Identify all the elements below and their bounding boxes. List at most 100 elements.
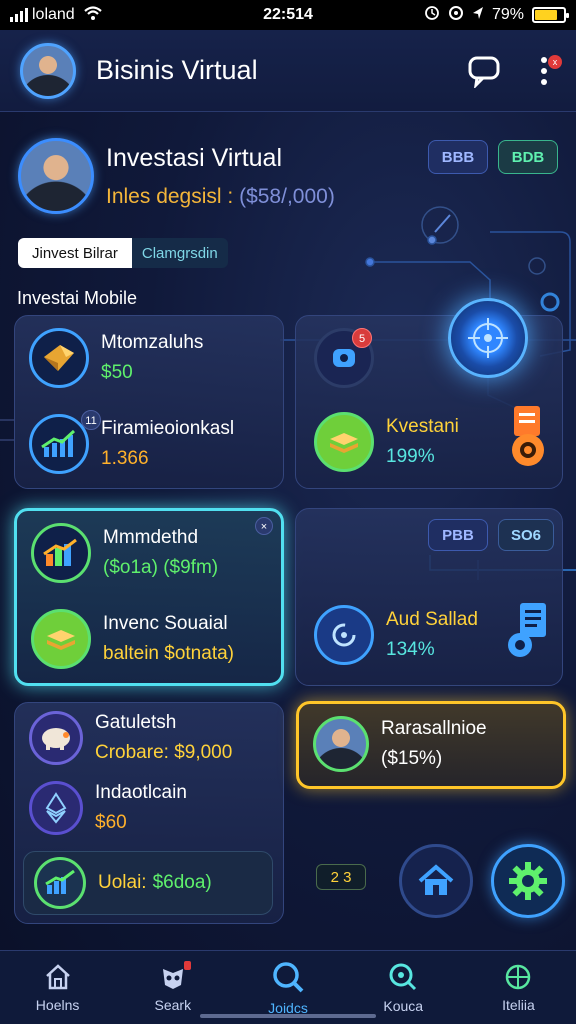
profile-summary: Investasi Virtual Inles degsisl : ($58/,…	[18, 138, 335, 214]
list-item[interactable]: 11 Firamieoionkasl 1.366	[29, 410, 235, 474]
card3-row2-title: Invenc Souaial	[103, 613, 228, 634]
sync-icon	[448, 5, 464, 26]
total-value: $6doa)	[152, 872, 212, 893]
refresh-icon	[314, 605, 374, 665]
investment-card-4[interactable]: PBB SO6 Aud Sallad 134%	[295, 508, 563, 686]
house-icon	[418, 864, 454, 895]
card5-row1-value: Crobare: $9,000	[95, 742, 233, 763]
tab-invest[interactable]: Jinvest Bilrar	[18, 238, 132, 268]
notification-dot	[184, 961, 192, 970]
list-item[interactable]: Gatuletsh Crobare: $9,000	[29, 711, 232, 765]
nav-label: Iteliia	[502, 996, 535, 1013]
tab-bar: Jinvest Bilrar Clamgrsdin	[18, 238, 228, 268]
list-item[interactable]: Kvestani 199%	[314, 412, 459, 472]
card2-title: Kvestani	[386, 416, 459, 437]
nav-item-iteliia[interactable]: Iteliia	[461, 951, 576, 1024]
card3-row1-value: ($o1a) ($9fm)	[103, 557, 219, 578]
location-icon	[472, 6, 484, 25]
card1-row1-value: $50	[101, 362, 133, 383]
pill-button-blue[interactable]: BBB	[428, 140, 488, 174]
list-item[interactable]: Mmmdethd ($o1a) ($9fm)	[31, 523, 218, 583]
ethereum-icon	[29, 781, 83, 835]
card1-row1-title: Mtomzaluhs	[101, 332, 204, 353]
card4-value: 134%	[386, 639, 435, 660]
profile-name: Investasi Virtual	[106, 143, 283, 172]
gold-bars-icon	[29, 328, 89, 388]
gear-icon	[509, 862, 547, 900]
card6-title: Rarasallnioe	[381, 718, 487, 739]
signal-icon	[10, 8, 28, 22]
tab-other[interactable]: Clamgrsdin	[131, 238, 228, 268]
menu-badge: x	[548, 54, 562, 69]
list-item[interactable]: Aud Sallad 134%	[314, 605, 478, 665]
card6-value: ($15%)	[381, 748, 443, 769]
bar-chart-icon	[31, 523, 91, 583]
balance-label: Inles degsisl :	[106, 184, 234, 208]
more-vertical-icon	[541, 56, 547, 85]
card3-row1-title: Mmmdethd	[103, 527, 199, 548]
card4-title: Aud Sallad	[386, 609, 478, 630]
gold-stack-icon	[314, 412, 374, 472]
nav-label: Kouca	[383, 997, 424, 1014]
growth-chart-icon	[29, 414, 89, 474]
counter-chip[interactable]: 2 3	[316, 864, 366, 890]
card2-badge: 5	[352, 328, 372, 348]
battery-level	[535, 10, 558, 20]
list-item[interactable]: Rarasallnioe ($15%)	[313, 716, 487, 772]
home-fab-button[interactable]	[399, 844, 473, 918]
growth-chart-icon	[34, 857, 86, 909]
target-icon[interactable]	[448, 298, 528, 378]
search-icon	[273, 961, 304, 992]
battery-percent: 79%	[491, 6, 524, 23]
card1-row2-value: 1.366	[101, 448, 149, 469]
nav-item-home[interactable]: Hoelns	[0, 951, 115, 1024]
investment-card-3[interactable]: × Mmmdethd ($o1a) ($9fm) Invenc Souaial …	[14, 508, 284, 686]
list-item[interactable]: Invenc Souaial baltein $otnata)	[31, 609, 234, 669]
list-item[interactable]: Mtomzaluhs $50	[29, 328, 203, 388]
total-label: Uolai:	[98, 872, 147, 893]
mask-icon	[162, 968, 183, 989]
card4-pill-1[interactable]: PBB	[428, 519, 488, 551]
piggy-bank-icon	[29, 711, 83, 765]
close-icon[interactable]: ×	[255, 517, 273, 535]
status-bar: loland 22:514 79%	[0, 0, 576, 30]
nav-label: Hoelns	[35, 996, 80, 1013]
user-avatar[interactable]	[20, 42, 76, 99]
app-header: Bisinis Virtual x	[0, 30, 576, 112]
investment-card-5[interactable]: Gatuletsh Crobare: $9,000 Indaotlcain $6…	[14, 702, 284, 924]
document-coin-icon	[508, 404, 548, 475]
card5-row2-value: $60	[95, 812, 127, 833]
card3-row2-value: baltein $otnata)	[103, 643, 234, 664]
bottom-nav: Hoelns Seark Joidcs Kouca Iteliia	[0, 950, 576, 1024]
document-gear-icon	[504, 601, 550, 666]
battery-icon	[532, 7, 569, 23]
app-title: Bisinis Virtual	[96, 55, 258, 85]
card1-row2-title: Firamieoionkasl	[101, 418, 235, 439]
globe-icon	[506, 964, 531, 989]
card1-row2-badge: 11	[81, 410, 101, 430]
total-row[interactable]: Uolai: $6doa)	[23, 851, 273, 915]
pill-button-green[interactable]: BDB	[498, 140, 558, 174]
card4-pill-2[interactable]: SO6	[498, 519, 554, 551]
alarm-icon	[424, 5, 440, 26]
chat-icon	[468, 56, 500, 88]
settings-fab-button[interactable]	[491, 844, 565, 918]
card5-row2-title: Indaotlcain	[95, 782, 187, 803]
list-item[interactable]: Indaotlcain $60	[29, 781, 187, 835]
nav-label: Seark	[154, 996, 192, 1013]
gold-stack-icon	[31, 609, 91, 669]
section-title: Investai Mobile	[17, 288, 138, 308]
card5-row1-title: Gatuletsh	[95, 712, 177, 733]
more-menu-button[interactable]: x	[532, 51, 562, 91]
investment-card-6[interactable]: Rarasallnioe ($15%)	[296, 701, 566, 789]
advisor-avatar	[313, 716, 369, 772]
carrier-name: loland	[32, 6, 75, 23]
home-indicator[interactable]	[200, 1014, 376, 1018]
investment-card-1[interactable]: Mtomzaluhs $50 11 Firamieoionkasl 1.366	[14, 315, 284, 489]
profile-avatar[interactable]	[18, 138, 94, 214]
wifi-icon	[83, 5, 103, 25]
chat-button[interactable]	[466, 53, 502, 89]
home-icon	[45, 963, 70, 989]
magnify-icon	[389, 963, 417, 990]
profile-balance: Inles degsisl : ($58/,000)	[106, 185, 335, 209]
